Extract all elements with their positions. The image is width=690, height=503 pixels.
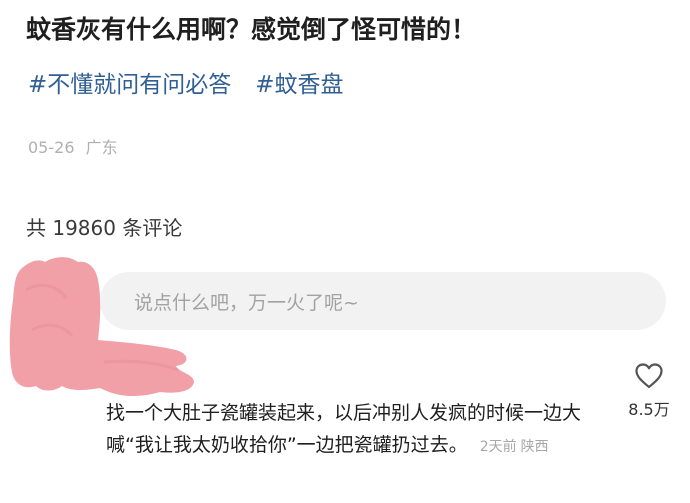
post-title: 蚊香灰有什么用啊？感觉倒了怪可惜的！ [26,15,477,44]
comment-input-placeholder: 说点什么吧，万一火了呢~ [134,291,359,314]
comment-count: 共 19860 条评论 [26,216,183,240]
post-meta: 05-26 广东 [28,134,118,158]
comment-body: 找一个大肚子瓷罐装起来，以后冲别人发疯的时候一边大喊“我让我太奶收拾你”一边把瓷… [106,397,606,463]
post-date: 05-26 [28,138,75,157]
comment-time: 2天前 [479,439,517,455]
post-location: 广东 [85,138,118,157]
like-count: 8.5万 [628,400,670,419]
like-button[interactable]: 8.5万 [618,362,680,420]
comment-meta: 2天前 陕西 [480,439,549,455]
tag-link[interactable]: #蚊香盘 [255,65,343,99]
tag-list: #不懂就问有问必答 #蚊香盘 [28,62,344,102]
comment-location: 陕西 [520,439,549,455]
comment-input[interactable]: 说点什么吧，万一火了呢~ [100,272,666,330]
tag-link[interactable]: #不懂就问有问必答 [28,65,231,99]
heart-outline-icon[interactable] [634,362,664,390]
